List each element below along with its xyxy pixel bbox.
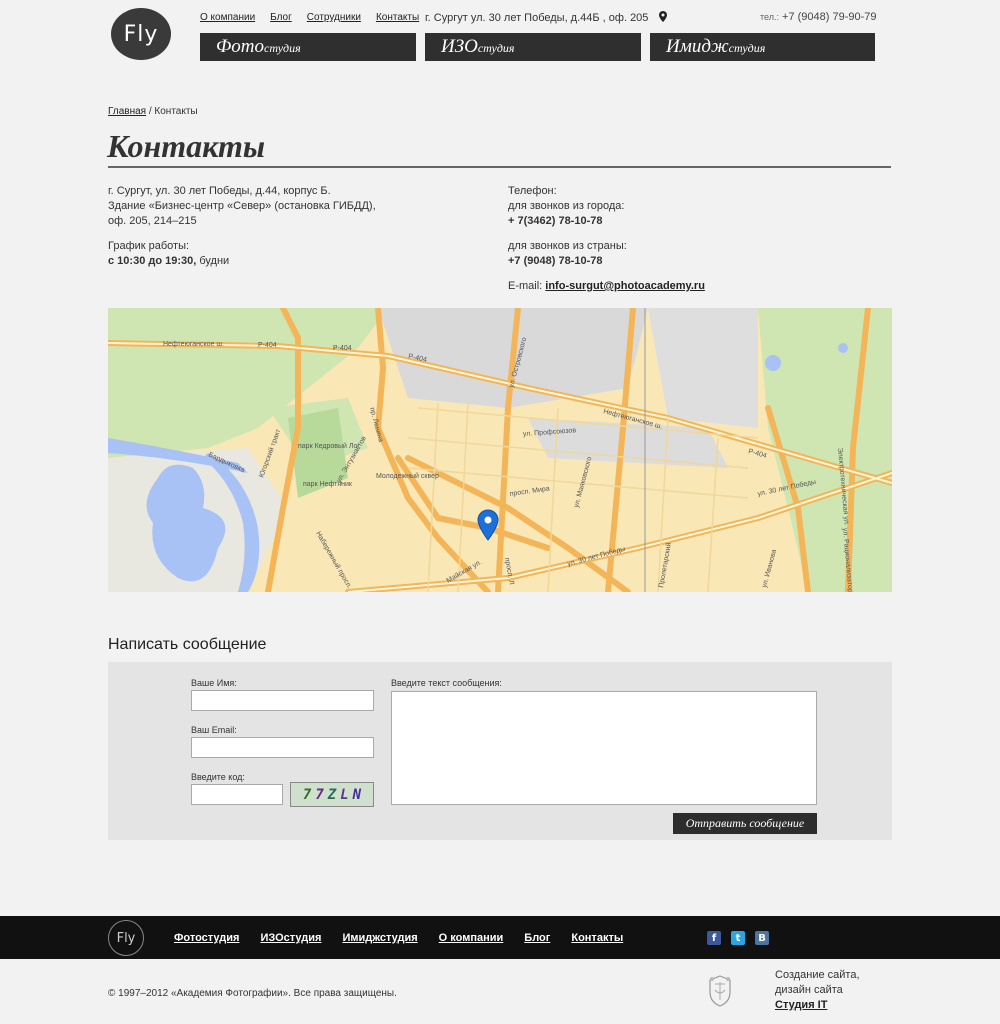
address-line: г. Сургут, ул. 30 лет Победы, д.44, корп… <box>108 185 331 197</box>
schedule-label: График работы: <box>108 240 190 252</box>
copyright: © 1997–2012 «Академия Фотографии». Все п… <box>108 988 397 999</box>
country-phone: +7 (9048) 78-10-78 <box>508 255 603 267</box>
studio-suffix: студия <box>477 41 515 55</box>
map-label: Р-404 <box>258 342 277 349</box>
map-label: Нефтеюганское ш. <box>163 341 224 348</box>
header-phone-number: +7 (9048) 79-90-79 <box>782 11 877 23</box>
studio-name: ИЗО <box>441 36 478 57</box>
captcha-input[interactable] <box>191 784 283 805</box>
code-label: Введите код: <box>191 772 245 782</box>
page-title: Контакты <box>107 128 266 164</box>
map-label: Югорский тракт <box>257 427 282 478</box>
art-studio-button[interactable]: ИЗОстудия <box>425 33 641 61</box>
dev-line: Создание сайта, <box>775 969 860 981</box>
message-textarea[interactable] <box>391 691 817 805</box>
footer-logo[interactable]: Fly <box>108 920 144 956</box>
image-studio-button[interactable]: Имиджстудия <box>650 33 875 61</box>
site-logo[interactable]: Fly <box>111 8 171 60</box>
photo-studio-button[interactable]: Фотостудия <box>200 33 416 61</box>
studio-name: Фото <box>216 36 265 57</box>
country-phone-label: для звонков из страны: <box>508 240 627 252</box>
name-label: Ваше Имя: <box>191 678 237 688</box>
nav-contacts[interactable]: Контакты <box>376 12 419 23</box>
studio-it-link[interactable]: Студия IT <box>775 999 827 1011</box>
nav-staff[interactable]: Сотрудники <box>307 12 361 23</box>
dev-line: дизайн сайта <box>775 984 843 996</box>
captcha-char: L <box>340 786 349 803</box>
breadcrumb-current: Контакты <box>154 106 198 117</box>
email-block: E-mail: info-surgut@photoacademy.ru <box>508 279 705 294</box>
header-address: г. Сургут ул. 30 лет Победы, д.44Б , оф.… <box>425 11 668 24</box>
studio-suffix: студия <box>728 41 766 55</box>
captcha-char: 7 <box>315 786 324 803</box>
captcha-char: 7 <box>302 786 312 803</box>
schedule-block: График работы: с 10:30 до 19:30, будни <box>108 239 229 269</box>
map-label: Набережный просп. <box>314 530 353 590</box>
title-divider <box>108 166 891 168</box>
map-label: просп. Л <box>503 557 515 586</box>
map-canvas[interactable]: Нефтеюганское ш. Р-404 Р-404 Р-404 ул. О… <box>108 308 892 592</box>
studio-crest-icon <box>709 975 731 1007</box>
studio-suffix: студия <box>264 41 301 55</box>
header-phone-label: тел.: <box>760 12 779 22</box>
footer-nav-art[interactable]: ИЗОстудия <box>260 932 321 944</box>
captcha-image: 7 7 Z L N <box>290 782 374 807</box>
schedule-days: будни <box>196 255 230 267</box>
facebook-icon[interactable]: f <box>707 931 721 945</box>
map-label: ул. Иванова <box>761 549 778 589</box>
email-label: Ваш Email: <box>191 725 237 735</box>
footer-nav-blog[interactable]: Блог <box>524 932 550 944</box>
address-line: оф. 205, 214–215 <box>108 215 197 227</box>
message-label: Введите текст сообщения: <box>391 678 502 688</box>
phone-label: Телефон: <box>508 185 557 197</box>
studio-name: Имидж <box>666 36 729 57</box>
captcha-char: Z <box>327 786 337 803</box>
email-input[interactable] <box>191 737 374 758</box>
header-phone: тел.: +7 (9048) 79-90-79 <box>760 11 877 23</box>
city-phone-label: для звонков из города: <box>508 200 625 212</box>
breadcrumb: Главная / Контакты <box>108 106 198 117</box>
nav-about[interactable]: О компании <box>200 12 255 23</box>
map-pin-icon[interactable] <box>659 11 668 22</box>
breadcrumb-home[interactable]: Главная <box>108 106 146 117</box>
header-address-text: г. Сургут ул. 30 лет Победы, д.44Б , оф.… <box>425 12 649 24</box>
send-message-button[interactable]: Отправить сообщение <box>673 813 817 834</box>
address-block: г. Сургут, ул. 30 лет Победы, д.44, корп… <box>108 184 376 229</box>
twitter-icon[interactable]: t <box>731 931 745 945</box>
vk-icon[interactable]: B <box>755 931 769 945</box>
footer-nav-image[interactable]: Имиджстудия <box>342 932 417 944</box>
location-map[interactable]: Нефтеюганское ш. Р-404 Р-404 Р-404 ул. О… <box>108 308 892 592</box>
footer-nav-contacts[interactable]: Контакты <box>571 932 623 944</box>
location-marker-icon[interactable] <box>477 509 499 541</box>
captcha-char: N <box>352 786 362 803</box>
footer-nav-photo[interactable]: Фотостудия <box>174 932 239 944</box>
name-input[interactable] <box>191 690 374 711</box>
form-title: Написать сообщение <box>108 636 267 653</box>
schedule-time: с 10:30 до 19:30, <box>108 255 197 267</box>
email-link[interactable]: info-surgut@photoacademy.ru <box>545 280 705 292</box>
map-label: парк Кедровый Лог <box>298 442 360 450</box>
map-label: парк Нефтяник <box>303 481 353 488</box>
footer-nav: Фотостудия ИЗОстудия Имиджстудия О компа… <box>174 932 623 944</box>
top-nav: О компании Блог Сотрудники Контакты <box>200 12 419 23</box>
map-label: просп. Мира <box>509 485 550 498</box>
phone-block: Телефон: для звонков из города: + 7(3462… <box>508 184 624 229</box>
map-label: Р-404 <box>747 448 767 460</box>
footer-nav-about[interactable]: О компании <box>439 932 504 944</box>
city-phone: + 7(3462) 78-10-78 <box>508 215 603 227</box>
developer-credit: Создание сайта, дизайн сайта Студия IT <box>775 968 860 1013</box>
address-line: Здание «Бизнес-центр «Север» (остановка … <box>108 200 376 212</box>
email-label: E-mail: <box>508 280 546 292</box>
map-label: Молодежный сквер <box>376 472 439 480</box>
nav-blog[interactable]: Блог <box>270 12 292 23</box>
country-phone-block: для звонков из страны: +7 (9048) 78-10-7… <box>508 239 627 269</box>
map-label: Р-404 <box>333 345 352 352</box>
